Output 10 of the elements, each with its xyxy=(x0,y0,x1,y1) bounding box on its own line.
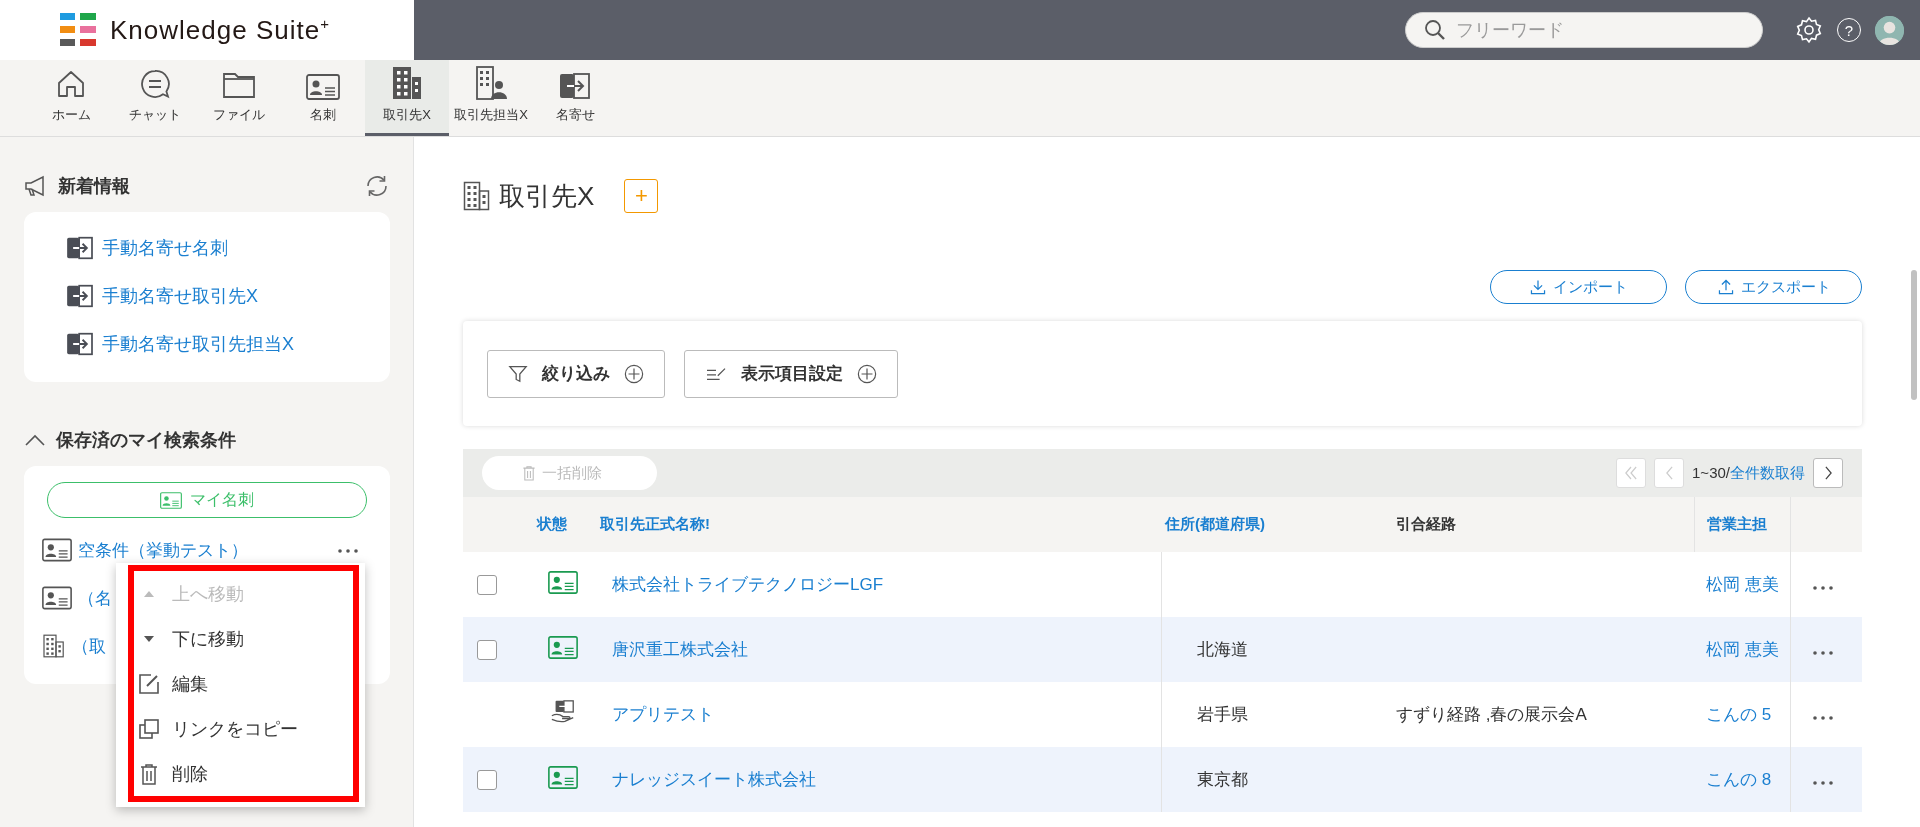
column-header: 引合経路 xyxy=(1396,515,1456,532)
table-cell: すずり経路 ,春の展示会A xyxy=(1396,705,1587,724)
table-cell: 岩手県 xyxy=(1196,705,1248,724)
logo-text: Knowledge Suite$^{+}$ xyxy=(110,14,330,46)
table-cell: 東京都 xyxy=(1196,770,1248,789)
page-range: 1~30/ xyxy=(1692,463,1730,483)
section-title: 新着情報 xyxy=(58,175,131,198)
page-title: 取引先X xyxy=(499,179,595,213)
section-title: 保存済のマイ検索条件 xyxy=(56,429,237,452)
table-cell: 北海道 xyxy=(1196,640,1248,659)
